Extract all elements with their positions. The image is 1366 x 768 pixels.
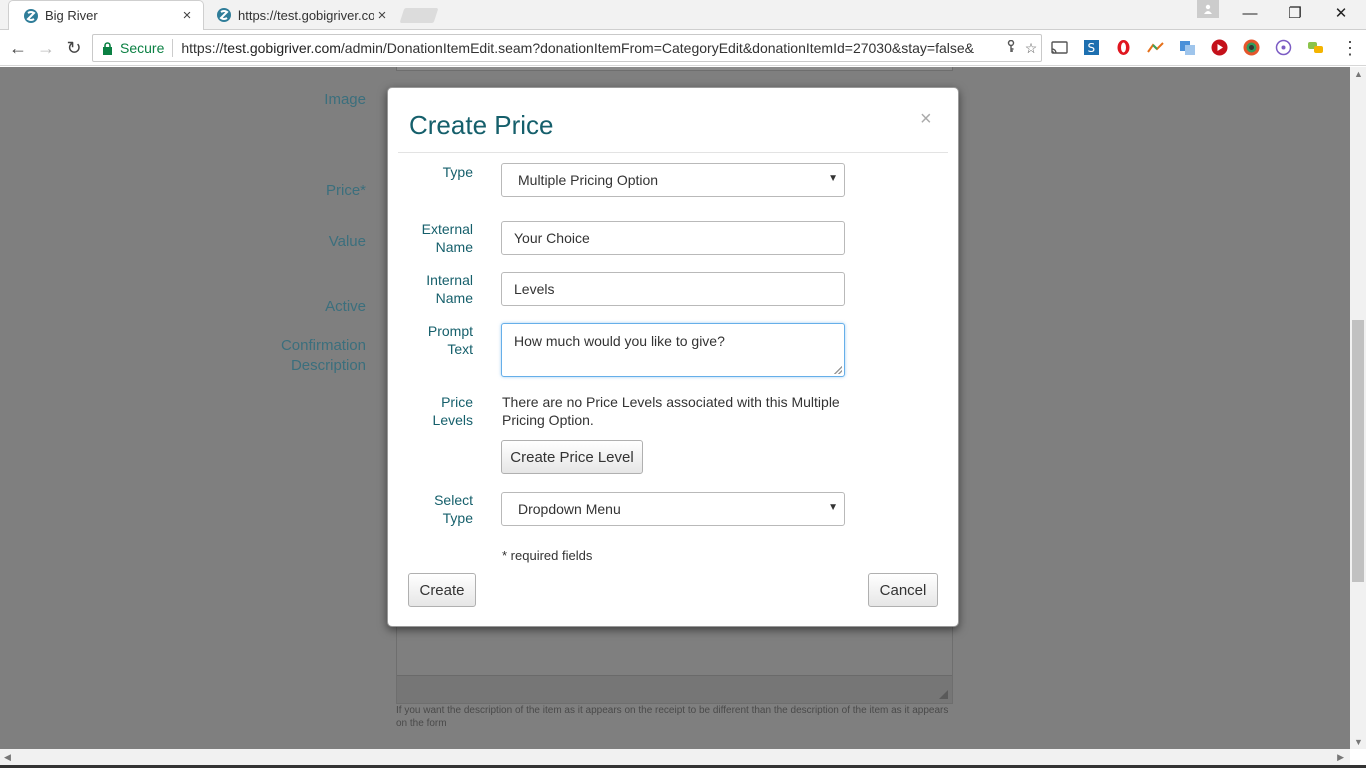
vertical-scroll-thumb[interactable] [1352,320,1364,582]
address-separator [172,39,174,57]
reload-icon[interactable]: ↻ [64,38,84,58]
secure-label: Secure [120,40,165,56]
svg-text:S: S [1088,41,1096,55]
person-icon [1204,4,1212,14]
vertical-scrollbar[interactable]: ▲ ▼ [1350,67,1366,749]
window-close-button[interactable]: ✕ [1330,4,1352,24]
price-levels-label-line1: Price [441,394,473,410]
resize-grip-icon[interactable] [834,366,842,374]
key-icon[interactable] [1001,39,1021,56]
confirmation-label-line1: Confirmation [280,337,366,354]
select-type-label-line1: Select [434,492,473,508]
scroll-left-icon[interactable]: ◀ [4,752,11,763]
forward-icon[interactable]: → [36,38,56,58]
external-name-label-line2: Name [435,239,473,255]
tab-close-icon[interactable]: × [374,7,390,24]
chevron-down-icon: ▼ [828,173,838,184]
internal-name-value: Levels [514,281,555,297]
no-price-levels-message: There are no Price Levels associated wit… [502,394,840,428]
type-select[interactable]: Multiple Pricing Option ▼ [501,163,845,197]
chat-icon[interactable] [1307,39,1324,56]
image-label: Image [324,91,366,108]
internal-name-input[interactable]: Levels [501,272,845,306]
url-host: test.gobigriver.com [223,40,341,56]
color-picker-icon[interactable] [1243,39,1260,56]
prompt-text-label: Prompt Text [388,322,473,358]
chevron-down-icon: ▼ [828,502,838,513]
type-label: Type [442,164,473,180]
price-label: Price* [325,182,366,199]
address-bar[interactable]: Secure https://test.gobigriver.com/admin… [92,34,1042,62]
url-scheme: https:// [181,40,224,56]
tab-big-river[interactable]: Big River × [8,0,204,30]
prompt-text-value: How much would you like to give? [514,333,725,349]
restore-button[interactable]: ❐ [1284,4,1306,24]
big-river-favicon-icon [24,8,38,23]
horizontal-scrollbar[interactable]: ◀ ▶ [0,749,1350,765]
modal-divider [398,152,948,153]
tab-test-gobigriver[interactable]: https://test.gobigriver.co × [206,0,398,30]
select-type-value: Dropdown Menu [518,501,621,517]
scroll-right-icon[interactable]: ▶ [1337,752,1344,763]
external-name-value: Your Choice [514,230,590,246]
translate-icon[interactable] [1179,39,1196,56]
select-type-label-line2: Type [442,510,473,526]
internal-name-label-line2: Name [435,290,473,306]
url-text: https://test.gobigriver.com/admin/Donati… [181,40,1001,56]
image-upload-panel [396,67,953,71]
confirmation-description-editor [396,622,953,704]
scroll-up-icon[interactable]: ▲ [1354,69,1363,79]
scroll-down-icon[interactable]: ▼ [1354,737,1363,747]
tab-title: https://test.gobigriver.co [238,7,374,23]
opera-icon[interactable] [1115,39,1132,56]
type-select-value: Multiple Pricing Option [518,172,659,188]
required-fields-note: * required fields [502,548,593,563]
cast-icon[interactable] [1051,39,1068,56]
tab-title: Big River [45,8,98,23]
browser-menu-icon[interactable]: ⋮ [1340,38,1360,58]
active-label: Active [325,298,366,315]
profile-button[interactable] [1197,0,1219,18]
create-price-level-button[interactable]: Create Price Level [501,440,643,474]
modal-title: Create Price [409,110,554,140]
target-icon[interactable] [1275,39,1292,56]
bookmark-star-icon[interactable]: ☆ [1021,40,1041,57]
prompt-text-label-line2: Text [447,341,473,357]
confirmation-help-text: If you want the description of the item … [396,705,949,729]
price-levels-label-line2: Levels [432,412,473,428]
back-icon[interactable]: ← [8,38,28,58]
internal-name-label: Internal Name [388,271,473,307]
tab-strip: Big River × https://test.gobigriver.co ×… [0,0,1366,30]
new-tab-button[interactable] [399,8,439,23]
confirmation-label-line2: Description [290,357,366,374]
external-name-input[interactable]: Your Choice [501,221,845,255]
prompt-text-textarea[interactable]: How much would you like to give? [501,323,845,377]
external-name-label-line1: External [421,221,473,237]
tab-close-icon[interactable]: × [179,7,195,24]
browser-toolbar: ← → ↻ Secure https://test.gobigriver.com… [0,30,1366,66]
minimize-button[interactable]: — [1239,4,1261,24]
select-type-select[interactable]: Dropdown Menu ▼ [501,492,845,526]
internal-name-label-line1: Internal [426,272,473,288]
s-extension-icon[interactable]: S [1083,39,1100,56]
analytics-icon[interactable] [1147,39,1164,56]
confirmation-description-label: Confirmation Description [66,336,366,376]
price-levels-label: Price Levels [388,393,473,429]
resize-grip-icon [939,690,948,699]
select-type-label: Select Type [388,491,473,527]
close-icon[interactable]: × [920,108,932,131]
external-name-label: External Name [388,220,473,256]
url-path: /admin/DonationItemEdit.seam?donationIte… [340,40,974,56]
value-label: Value [328,233,366,250]
big-river-favicon-icon [217,8,231,22]
lock-icon [103,41,112,55]
create-button[interactable]: Create [408,573,476,607]
cancel-button[interactable]: Cancel [868,573,938,607]
create-price-modal: Create Price × Type Multiple Pricing Opt… [387,87,959,627]
prompt-text-label-line1: Prompt [427,323,473,339]
youtube-icon[interactable] [1211,39,1228,56]
editor-status-bar [397,675,952,703]
